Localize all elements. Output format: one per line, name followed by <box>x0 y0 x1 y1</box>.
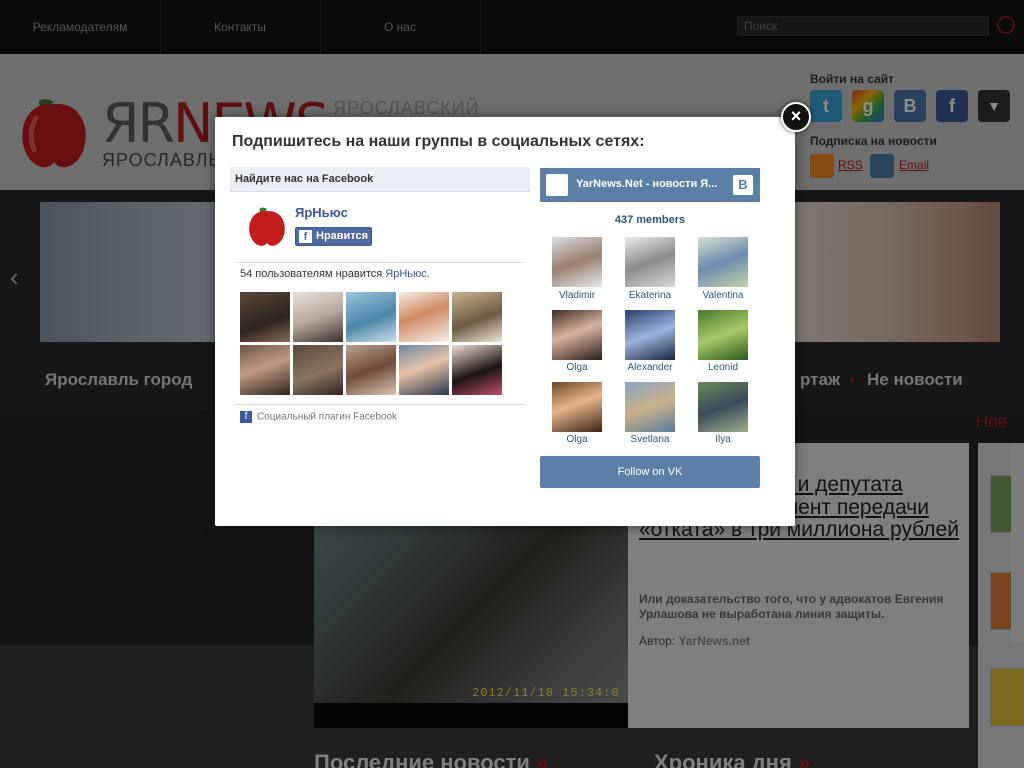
page-avatar[interactable] <box>244 203 290 249</box>
member-avatar[interactable] <box>552 237 602 287</box>
divider <box>235 262 525 263</box>
vk-group-title: YarNews.Net - новости Я... <box>576 178 718 190</box>
member-avatar[interactable] <box>698 310 748 360</box>
member-avatar[interactable] <box>625 310 675 360</box>
divider <box>235 404 525 405</box>
member-name[interactable]: Vladimir <box>542 290 612 301</box>
member-name[interactable]: Ilya <box>688 434 758 445</box>
member-name[interactable]: Leonid <box>688 362 758 373</box>
member-avatar[interactable] <box>552 382 602 432</box>
fan-avatar[interactable] <box>452 345 502 395</box>
member-name[interactable]: Alexander <box>615 362 685 373</box>
fan-avatar[interactable] <box>293 292 343 342</box>
member-name[interactable]: Svetlana <box>615 434 685 445</box>
vkontakte-icon: В <box>733 175 753 195</box>
member-avatar[interactable] <box>625 237 675 287</box>
facebook-plugin-footer[interactable]: f Социальный плагин Facebook <box>240 411 397 423</box>
member-avatar[interactable] <box>552 310 602 360</box>
fan-avatar[interactable] <box>293 345 343 395</box>
fan-avatar[interactable] <box>452 292 502 342</box>
fan-avatar[interactable] <box>240 345 290 395</box>
facebook-like-button[interactable]: f Нравится <box>295 227 372 246</box>
vk-widget-header[interactable]: YarNews.Net - новости Я... В <box>540 168 760 202</box>
member-name[interactable]: Olga <box>542 434 612 445</box>
close-icon[interactable]: × <box>781 102 811 132</box>
fan-avatar[interactable] <box>399 345 449 395</box>
modal-title: Подпишитесь на наши группы в социальных … <box>232 133 645 150</box>
like-count-page-link[interactable]: ЯрНьюс <box>385 268 427 280</box>
like-count-end: . <box>426 268 430 280</box>
facebook-plugin-header: Найдите нас на Facebook <box>230 167 530 192</box>
facebook-plugin: Найдите нас на Facebook ЯрНьюс f Нравитс… <box>230 167 530 432</box>
fan-avatar[interactable] <box>346 345 396 395</box>
facebook-like-count: 54 пользователям нравится ЯрНьюс. <box>240 268 430 280</box>
fan-avatar[interactable] <box>240 292 290 342</box>
facebook-icon: f <box>299 230 312 243</box>
member-avatar[interactable] <box>698 237 748 287</box>
vk-follow-button[interactable]: Follow on VK <box>540 456 760 488</box>
group-logo-icon <box>546 174 568 196</box>
member-name[interactable]: Olga <box>542 362 612 373</box>
member-avatar[interactable] <box>698 382 748 432</box>
like-count-text: 54 пользователям нравится <box>240 268 386 280</box>
member-name[interactable]: Ekaterina <box>615 290 685 301</box>
member-name[interactable]: Valentina <box>688 290 758 301</box>
plugin-footer-label: Социальный плагин Facebook <box>257 411 398 423</box>
like-button-label: Нравится <box>316 230 369 242</box>
fan-avatar[interactable] <box>399 292 449 342</box>
fan-avatar[interactable] <box>346 292 396 342</box>
facebook-page-name[interactable]: ЯрНьюс <box>295 205 348 220</box>
vk-member-count[interactable]: 437 members <box>540 214 760 226</box>
member-avatar[interactable] <box>625 382 675 432</box>
facebook-icon: f <box>240 411 252 423</box>
